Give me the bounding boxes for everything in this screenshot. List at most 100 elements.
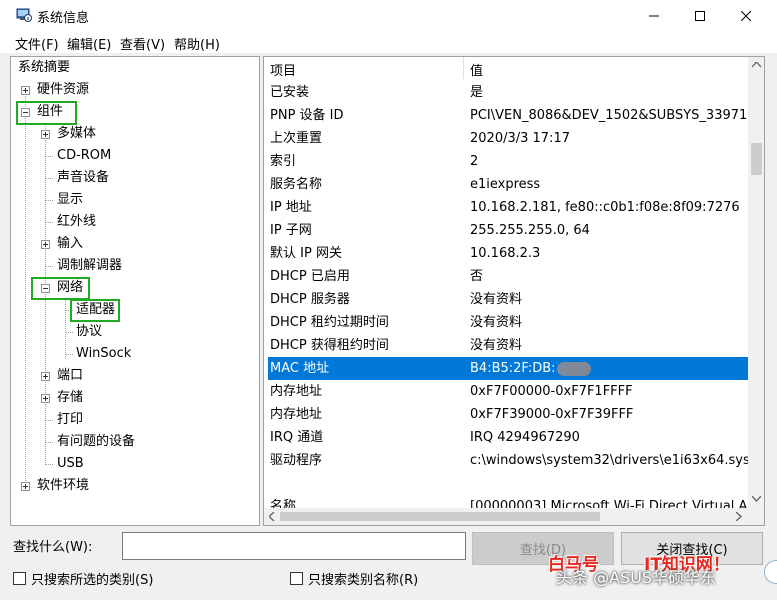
minimize-button[interactable] [631, 0, 677, 31]
search-selected-checkbox[interactable] [13, 571, 26, 585]
vertical-scrollbar[interactable] [748, 57, 764, 508]
find-what-input[interactable] [122, 532, 466, 560]
search-names-checkbox[interactable] [290, 571, 303, 585]
menu-edit[interactable]: 编辑(E) [67, 34, 111, 53]
corner-badge-icon [764, 560, 777, 584]
tree-item-hardware[interactable]: 硬件资源 [37, 80, 89, 100]
row-value: 0xF7F39000-0xF7F39FFF [470, 407, 634, 422]
tree-guide-line [45, 464, 53, 465]
highlight-box [31, 277, 90, 300]
row-value: 10.168.2.181, fe80::c0b1:f08e:8f09:7276 [470, 200, 740, 215]
tree-guide-line [45, 222, 53, 223]
horizontal-scroll-thumb[interactable] [280, 512, 600, 521]
row-value: 2020/3/3 17:17 [470, 131, 570, 146]
row-item: DHCP 服务器 [270, 292, 350, 307]
tree-item-multimedia[interactable]: 多媒体 [57, 124, 96, 144]
tree-item-winsock[interactable]: WinSock [76, 344, 131, 364]
table-row[interactable]: DHCP 服务器 没有资料 [268, 288, 748, 311]
expand-plus-icon[interactable] [41, 130, 50, 139]
highlight-box [16, 101, 77, 125]
row-item: 上次重置 [270, 131, 323, 146]
scroll-left-icon[interactable] [269, 512, 275, 521]
horizontal-scrollbar[interactable] [264, 508, 748, 525]
row-item: IP 子网 [270, 223, 312, 238]
find-what-label: 查找什么(W): [13, 540, 93, 555]
row-value: B4:B5:2F:DB: [470, 357, 591, 380]
tree-guide-line [45, 266, 53, 267]
table-row[interactable]: PNP 设备 ID PCI\VEN_8086&DEV_1502&SUBSYS_33… [268, 104, 756, 127]
table-row[interactable]: IRQ 通道 IRQ 4294967290 [268, 426, 748, 449]
table-row[interactable]: 服务名称 e1iexpress [268, 173, 748, 196]
table-row[interactable]: 默认 IP 网关 10.168.2.3 [268, 242, 748, 265]
row-value: 是 [470, 85, 484, 100]
tree-guide-line [45, 442, 53, 443]
row-value: 否 [470, 269, 484, 284]
tree-item-printing[interactable]: 打印 [57, 410, 83, 430]
menu-help[interactable]: 帮助(H) [174, 34, 220, 53]
expand-plus-icon[interactable] [41, 372, 50, 381]
tree-item-problem-devices[interactable]: 有问题的设备 [57, 432, 135, 452]
table-row[interactable]: 上次重置 2020/3/3 17:17 [268, 127, 748, 150]
tree-item-ports[interactable]: 端口 [57, 366, 83, 386]
row-item: MAC 地址 [270, 361, 330, 376]
row-item: 索引 [270, 154, 297, 169]
tree-item-sound[interactable]: 声音设备 [57, 168, 109, 188]
menu-file[interactable]: 文件(F) [15, 34, 59, 53]
tree-item-cdrom[interactable]: CD-ROM [57, 146, 111, 166]
table-row[interactable]: 已安装 是 [268, 81, 748, 104]
table-row-blank[interactable] [268, 472, 748, 495]
table-row[interactable]: DHCP 租约过期时间 没有资料 [268, 311, 748, 334]
scroll-down-icon[interactable] [752, 496, 761, 502]
scroll-corner [748, 508, 764, 525]
window-title: 系统信息 [37, 11, 90, 26]
table-row[interactable]: DHCP 已启用 否 [268, 265, 748, 288]
expand-plus-icon[interactable] [41, 394, 50, 403]
details-list[interactable]: 项目 值 已安装 是 PNP 设备 ID PCI\VEN_8086&DEV_1502… [263, 56, 765, 526]
maximize-button[interactable] [677, 0, 723, 31]
menu-view[interactable]: 查看(V) [120, 34, 165, 53]
tree-item-modem[interactable]: 调制解调器 [57, 256, 122, 276]
watermark-text: 头条 @ASUS华硕华东 [556, 568, 717, 587]
close-button[interactable] [723, 0, 769, 31]
row-value: IRQ 4294967290 [470, 430, 580, 445]
expand-plus-icon[interactable] [21, 86, 30, 95]
table-row[interactable]: IP 地址 10.168.2.181, fe80::c0b1:f08e:8f09:… [268, 196, 748, 219]
close-icon [741, 10, 751, 21]
column-header-item[interactable]: 项目 [270, 60, 296, 79]
expand-plus-icon[interactable] [41, 240, 50, 249]
table-row[interactable]: 内存地址 0xF7F39000-0xF7F39FFF [268, 403, 748, 426]
table-row[interactable]: 内存地址 0xF7F00000-0xF7F1FFFF [268, 380, 748, 403]
column-separator[interactable] [463, 57, 464, 79]
maximize-icon [695, 10, 705, 21]
tree-item-input[interactable]: 输入 [57, 234, 83, 254]
scroll-right-icon[interactable] [736, 512, 742, 521]
search-category-names-option[interactable]: 只搜索类别名称(R) [290, 569, 418, 588]
system-info-icon [16, 8, 32, 22]
search-selected-category-option[interactable]: 只搜索所选的类别(S) [13, 569, 153, 588]
scroll-up-icon[interactable] [752, 62, 761, 68]
tree-item-infrared[interactable]: 红外线 [57, 212, 96, 232]
row-value: 255.255.255.0, 64 [470, 223, 590, 238]
table-row[interactable]: DHCP 获得租约时间 没有资料 [268, 334, 748, 357]
tree-item-protocol[interactable]: 协议 [76, 322, 102, 342]
table-row-selected[interactable]: MAC 地址 B4:B5:2F:DB: [268, 357, 748, 380]
category-tree[interactable]: 系统摘要 硬件资源 组件 多媒体 CD-ROM 声音设备 显示 红外线 输入 调… [10, 56, 260, 526]
highlight-box [70, 299, 120, 322]
tree-item-system-summary[interactable]: 系统摘要 [18, 58, 70, 78]
tree-item-software[interactable]: 软件环境 [37, 476, 89, 496]
expand-plus-icon[interactable] [21, 482, 30, 491]
menu-bar: 文件(F) 编辑(E) 查看(V) 帮助(H) [0, 31, 777, 53]
vertical-scroll-thumb[interactable] [751, 143, 762, 175]
tree-item-storage[interactable]: 存储 [57, 388, 83, 408]
tree-item-display[interactable]: 显示 [57, 190, 83, 210]
table-row[interactable]: 索引 2 [268, 150, 748, 173]
table-row[interactable]: IP 子网 255.255.255.0, 64 [268, 219, 748, 242]
row-item: 内存地址 [270, 384, 323, 399]
row-item: IP 地址 [270, 200, 312, 215]
row-item: 内存地址 [270, 407, 323, 422]
table-row[interactable]: 驱动程序 c:\windows\system32\drivers\e1i63x64… [268, 449, 764, 472]
tree-guide-line [45, 156, 53, 157]
row-item: DHCP 获得租约时间 [270, 338, 389, 353]
column-header-value[interactable]: 值 [470, 60, 483, 79]
tree-item-usb[interactable]: USB [57, 454, 84, 474]
